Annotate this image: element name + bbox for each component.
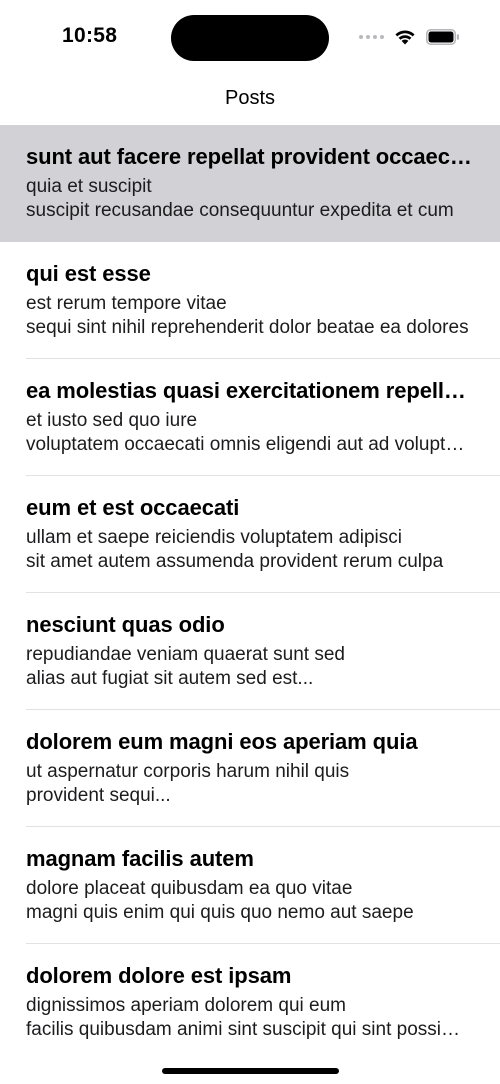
post-body: est rerum tempore vitae sequi sint nihil… — [26, 292, 474, 340]
post-body-line: et iusto sed quo iure — [26, 410, 198, 431]
post-body-line: facilis quibusdam animi sint suscipit qu… — [26, 1019, 474, 1040]
post-body-line: quia et suscipit — [26, 176, 152, 197]
post-body-line: sequi sint nihil reprehenderit dolor bea… — [26, 317, 469, 338]
navigation-bar: Posts — [0, 76, 500, 124]
home-indicator[interactable] — [162, 1068, 339, 1074]
post-row[interactable]: sunt aut facere repellat provident occae… — [0, 125, 500, 242]
post-title: dolorem dolore est ipsam — [26, 963, 292, 988]
post-body-line: provident sequi... — [26, 785, 171, 806]
post-title: qui est esse — [26, 261, 151, 286]
post-title: sunt aut facere repellat provident occae… — [26, 144, 474, 169]
status-time: 10:58 — [62, 24, 118, 47]
post-body: et iusto sed quo iure voluptatem occaeca… — [26, 409, 474, 457]
status-bar: 10:58 — [0, 0, 500, 76]
battery-icon — [426, 28, 459, 45]
post-body-line: sit amet autem assumenda provident rerum… — [26, 551, 444, 572]
post-body: dolore placeat quibusdam ea quo vitae ma… — [26, 877, 474, 925]
post-body: quia et suscipit suscipit recusandae con… — [26, 175, 474, 223]
post-body-line: ullam et saepe reiciendis voluptatem adi… — [26, 527, 402, 548]
post-body: ut aspernatur corporis harum nihil quis … — [26, 760, 474, 808]
post-row[interactable]: nesciunt quas odio repudiandae veniam qu… — [0, 593, 500, 710]
post-title: dolorem eum magni eos aperiam quia — [26, 729, 418, 754]
post-body-line: est rerum tempore vitae — [26, 293, 227, 314]
page-title: Posts — [224, 86, 276, 109]
post-title: magnam facilis autem — [26, 846, 254, 871]
post-row[interactable]: magnam facilis autem dolore placeat quib… — [0, 827, 500, 944]
post-row[interactable]: ea molestias quasi exercitationem repell… — [0, 359, 500, 476]
post-title: eum et est occaecati — [26, 495, 240, 520]
post-title: ea molestias quasi exercitationem repell… — [26, 378, 474, 403]
post-row[interactable]: dolorem eum magni eos aperiam quia ut as… — [0, 710, 500, 827]
post-body-line: dolore placeat quibusdam ea quo vitae — [26, 878, 353, 899]
post-body: repudiandae veniam quaerat sunt sed alia… — [26, 643, 474, 691]
post-body-line: voluptatem occaecati omnis eligendi aut … — [26, 434, 474, 455]
post-body-line: repudiandae veniam quaerat sunt sed — [26, 644, 346, 665]
dynamic-island — [171, 15, 329, 61]
post-body-line: dignissimos aperiam dolorem qui eum — [26, 995, 346, 1016]
post-body-line: magni quis enim qui quis quo nemo aut sa… — [26, 902, 414, 923]
post-body-line: alias aut fugiat sit autem sed est... — [26, 668, 314, 689]
post-body: ullam et saepe reiciendis voluptatem adi… — [26, 526, 474, 574]
post-title: nesciunt quas odio — [26, 612, 225, 637]
post-body-line: ut aspernatur corporis harum nihil quis — [26, 761, 350, 782]
status-icons — [359, 28, 460, 45]
cellular-signal-icon — [359, 34, 384, 39]
post-row[interactable]: qui est esse est rerum tempore vitae seq… — [0, 242, 500, 359]
post-body-line: suscipit recusandae consequuntur expedit… — [26, 200, 454, 221]
wifi-icon — [395, 30, 415, 45]
post-body: dignissimos aperiam dolorem qui eum faci… — [26, 994, 474, 1042]
post-row[interactable]: dolorem dolore est ipsam dignissimos ape… — [0, 944, 500, 1061]
post-row[interactable]: eum et est occaecati ullam et saepe reic… — [0, 476, 500, 593]
post-list: sunt aut facere repellat provident occae… — [0, 125, 500, 1061]
